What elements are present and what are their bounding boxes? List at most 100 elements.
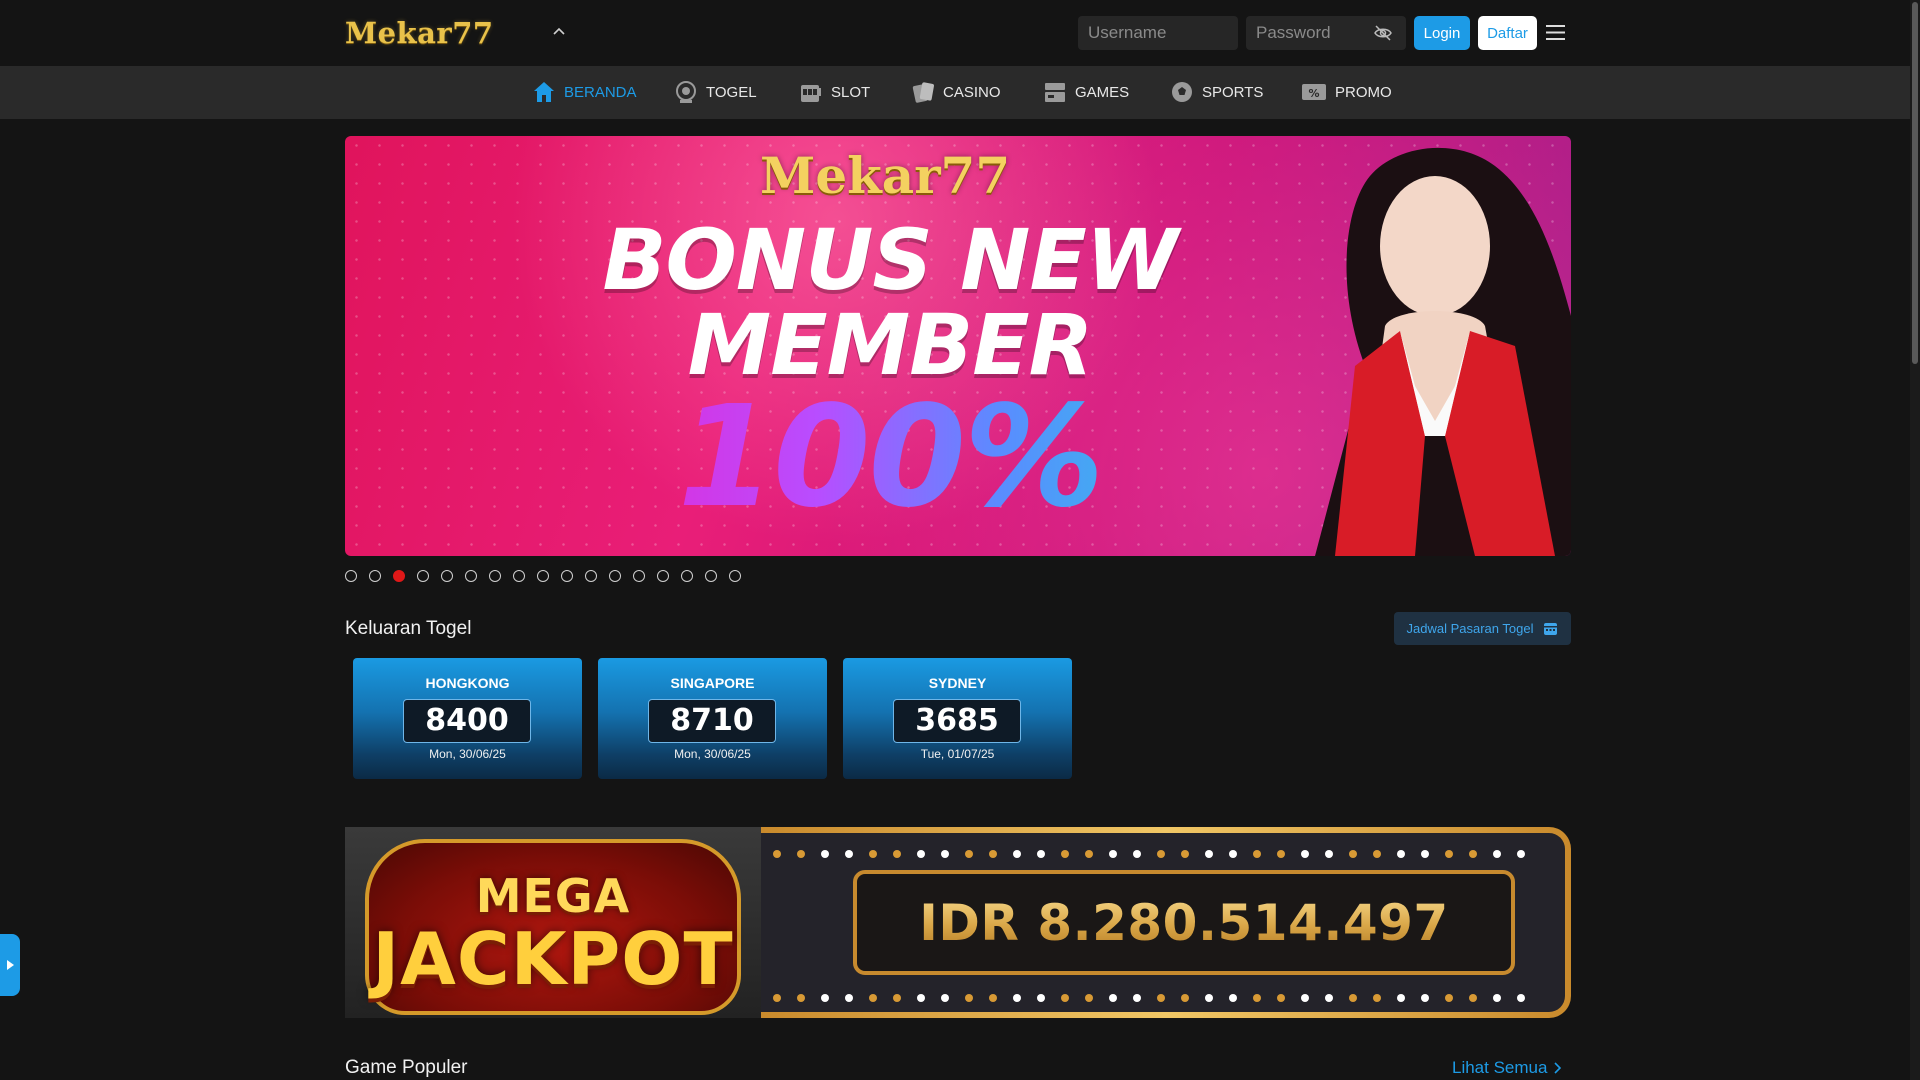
nav-item-promo[interactable]: % PROMO [1301, 79, 1392, 105]
marquee-bulb [1397, 850, 1405, 858]
banner-dot[interactable] [441, 570, 453, 582]
marquee-bulb [1373, 850, 1381, 858]
banner-dot[interactable] [609, 570, 621, 582]
nav-label: SLOT [831, 83, 871, 101]
banner-brand: Mekar77 [760, 146, 1011, 205]
main-nav: BERANDA TOGEL SLOT CASINO GAMES SPORTS %… [0, 66, 1910, 119]
marquee-bulb [1013, 850, 1021, 858]
marquee-bulb [1037, 994, 1045, 1002]
banner-dot[interactable] [489, 570, 501, 582]
nav-item-togel[interactable]: TOGEL [674, 79, 757, 105]
banner-dot[interactable] [345, 570, 357, 582]
marquee-lights-bottom [773, 994, 1525, 1002]
banner-dot[interactable] [681, 570, 693, 582]
jackpot-value: IDR 8.280.514.497 [919, 893, 1449, 952]
nav-label: TOGEL [706, 83, 757, 101]
nav-item-slot[interactable]: SLOT [799, 79, 870, 105]
banner-dot[interactable] [513, 570, 525, 582]
marquee-bulb [1517, 850, 1525, 858]
nav-label: CASINO [943, 83, 1001, 101]
result-date: Mon, 30/06/25 [429, 747, 506, 761]
play-arrow-icon [7, 960, 14, 970]
register-button[interactable]: Daftar [1478, 16, 1537, 50]
banner-dot[interactable] [729, 570, 741, 582]
market-name: SINGAPORE [670, 675, 755, 691]
marquee-bulb [1469, 994, 1477, 1002]
marquee-bulb [1085, 994, 1093, 1002]
marquee-bulb [1205, 994, 1213, 1002]
marquee-bulb [1445, 994, 1453, 1002]
marquee-bulb [1229, 994, 1237, 1002]
marquee-bulb [1109, 994, 1117, 1002]
marquee-bulb [989, 994, 997, 1002]
marquee-bulb [1181, 994, 1189, 1002]
promo-banner[interactable]: Mekar77 BONUS NEW MEMBER 100% [345, 136, 1571, 556]
marquee-bulb [989, 850, 997, 858]
marquee-bulb [821, 850, 829, 858]
side-drawer-toggle[interactable] [0, 934, 20, 996]
marquee-bulb [1493, 850, 1501, 858]
site-logo[interactable]: Mekar77 [345, 14, 535, 52]
marquee-bulb [1469, 850, 1477, 858]
banner-headline-1: BONUS NEW [602, 211, 1178, 309]
marquee-bulb [1301, 850, 1309, 858]
banner-dot[interactable] [561, 570, 573, 582]
marquee-bulb [1373, 994, 1381, 1002]
eye-off-icon[interactable] [1373, 24, 1393, 42]
banner-headline-3: 100% [525, 376, 1255, 539]
togel-result-card[interactable]: HONGKONG 8400 Mon, 30/06/25 [353, 658, 582, 779]
marquee-bulb [1133, 850, 1141, 858]
calendar-icon [1544, 623, 1558, 635]
chevron-up-icon[interactable] [550, 22, 568, 40]
marquee-bulb [1205, 850, 1213, 858]
marquee-bulb [1421, 850, 1429, 858]
marquee-bulb [1253, 994, 1261, 1002]
togel-result-card[interactable]: SINGAPORE 8710 Mon, 30/06/25 [598, 658, 827, 779]
hamburger-menu-icon[interactable] [1546, 24, 1565, 41]
marquee-bulb [1253, 850, 1261, 858]
logo-text: Mekar77 [345, 16, 494, 50]
banner-dot[interactable] [705, 570, 717, 582]
page-scrollbar[interactable] [1910, 0, 1920, 1080]
soccer-ball-icon [1172, 82, 1192, 102]
banner-dot[interactable] [465, 570, 477, 582]
scrollbar-thumb[interactable] [1912, 2, 1918, 364]
banner-dot[interactable] [393, 570, 405, 582]
marquee-bulb [917, 850, 925, 858]
market-name: SYDNEY [928, 675, 987, 691]
username-input[interactable] [1078, 16, 1238, 50]
marquee-bulb [797, 850, 805, 858]
nav-item-casino[interactable]: CASINO [911, 79, 1001, 105]
nav-label: BERANDA [564, 83, 637, 101]
popular-section-title: Game Populer [345, 1057, 468, 1078]
nav-item-sports[interactable]: SPORTS [1170, 79, 1263, 105]
banner-dot[interactable] [585, 570, 597, 582]
marquee-bulb [773, 994, 781, 1002]
banner-dot[interactable] [417, 570, 429, 582]
see-all-label: Lihat Semua [1452, 1058, 1548, 1077]
login-button[interactable]: Login [1414, 16, 1470, 50]
nav-item-beranda[interactable]: BERANDA [532, 79, 637, 105]
marquee-bulb [1397, 994, 1405, 1002]
result-number: 8710 [648, 699, 776, 743]
togel-result-card[interactable]: SYDNEY 3685 Tue, 01/07/25 [843, 658, 1072, 779]
marquee-bulb [821, 994, 829, 1002]
see-all-link[interactable]: Lihat Semua [1452, 1058, 1562, 1078]
nav-item-games[interactable]: GAMES [1043, 79, 1129, 105]
marquee-bulb [1013, 994, 1021, 1002]
banner-dot[interactable] [369, 570, 381, 582]
marquee-bulb [1229, 850, 1237, 858]
banner-dot[interactable] [633, 570, 645, 582]
banner-dot[interactable] [537, 570, 549, 582]
percent-ticket-icon: % [1302, 84, 1326, 100]
banner-dot[interactable] [657, 570, 669, 582]
result-number: 3685 [893, 699, 1021, 743]
marquee-bulb [797, 994, 805, 1002]
lottery-ball-icon [676, 81, 696, 103]
marquee-bulb [1277, 850, 1285, 858]
market-name: HONGKONG [425, 675, 510, 691]
togel-schedule-button[interactable]: Jadwal Pasaran Togel [1394, 612, 1571, 645]
jackpot-title-line2: JACKPOT [372, 917, 734, 1001]
top-header: Mekar77 Login Daftar [0, 0, 1920, 66]
marquee-bulb [1421, 994, 1429, 1002]
